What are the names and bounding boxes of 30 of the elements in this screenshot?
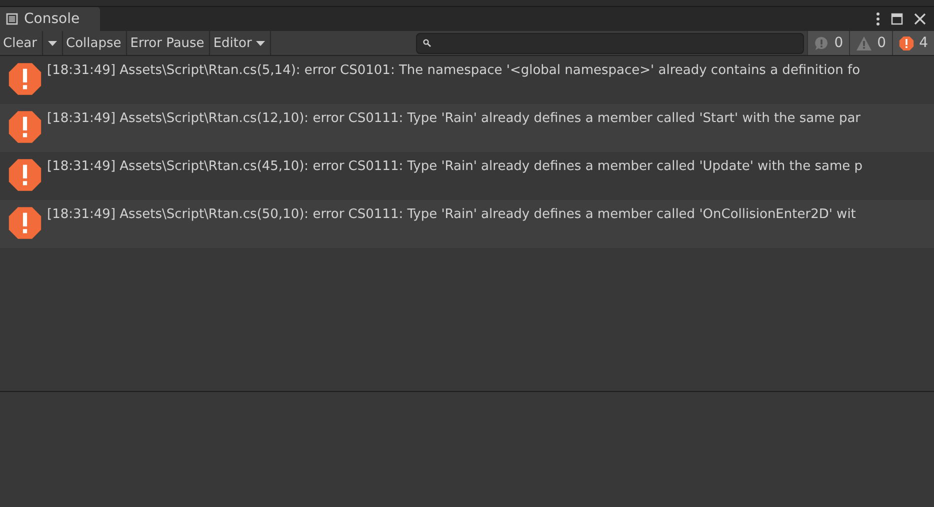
error-icon [899, 36, 914, 50]
tab-title: Console [24, 11, 80, 27]
error-icon [8, 206, 42, 240]
log-message: [18:31:49] Assets\Script\Rtan.cs(45,10): error CS0111: Type 'Rain' already defines a member called 'Update' with the same p [47, 158, 863, 174]
error-icon [8, 158, 42, 192]
error-icon [8, 62, 42, 96]
info-count-toggle[interactable]: 0 [807, 31, 850, 55]
close-icon[interactable] [914, 13, 926, 25]
search-icon [423, 39, 432, 47]
collapse-toggle[interactable]: Collapse [63, 31, 128, 55]
error-pause-toggle[interactable]: Error Pause [127, 31, 210, 55]
error-count-toggle[interactable]: 4 [892, 31, 934, 55]
editor-dropdown[interactable]: Editor [210, 31, 271, 55]
log-entry[interactable]: [18:31:49] Assets\Script\Rtan.cs(12,10): error CS0111: Type 'Rain' already defines a member called 'Start' with the same par [0, 104, 934, 152]
caret-icon [256, 40, 265, 46]
search-field[interactable] [416, 32, 804, 54]
maximize-icon[interactable] [891, 13, 903, 25]
warning-icon [856, 36, 872, 50]
clear-button[interactable]: Clear [0, 31, 43, 55]
log-message: [18:31:49] Assets\Script\Rtan.cs(5,14): error CS0101: The namespace '<global namespace>' already contains a definition fo [47, 62, 860, 78]
list-icon [6, 13, 18, 25]
caret-icon [48, 40, 57, 46]
warning-count-toggle[interactable]: 0 [849, 31, 892, 55]
error-icon [8, 110, 42, 144]
log-message: [18:31:49] Assets\Script\Rtan.cs(50,10): error CS0111: Type 'Rain' already defines a member called 'OnCollisionEnter2D' wit [47, 206, 856, 222]
speech-bubble-icon [814, 36, 830, 50]
log-message: [18:31:49] Assets\Script\Rtan.cs(12,10): error CS0111: Type 'Rain' already defines a member called 'Start' with the same par [47, 110, 861, 126]
console-tab[interactable]: Console [0, 7, 100, 31]
more-icon[interactable] [876, 12, 880, 26]
log-entry[interactable]: [18:31:49] Assets\Script\Rtan.cs(50,10): error CS0111: Type 'Rain' already defines a member called 'OnCollisionEnter2D' wit [0, 200, 934, 248]
